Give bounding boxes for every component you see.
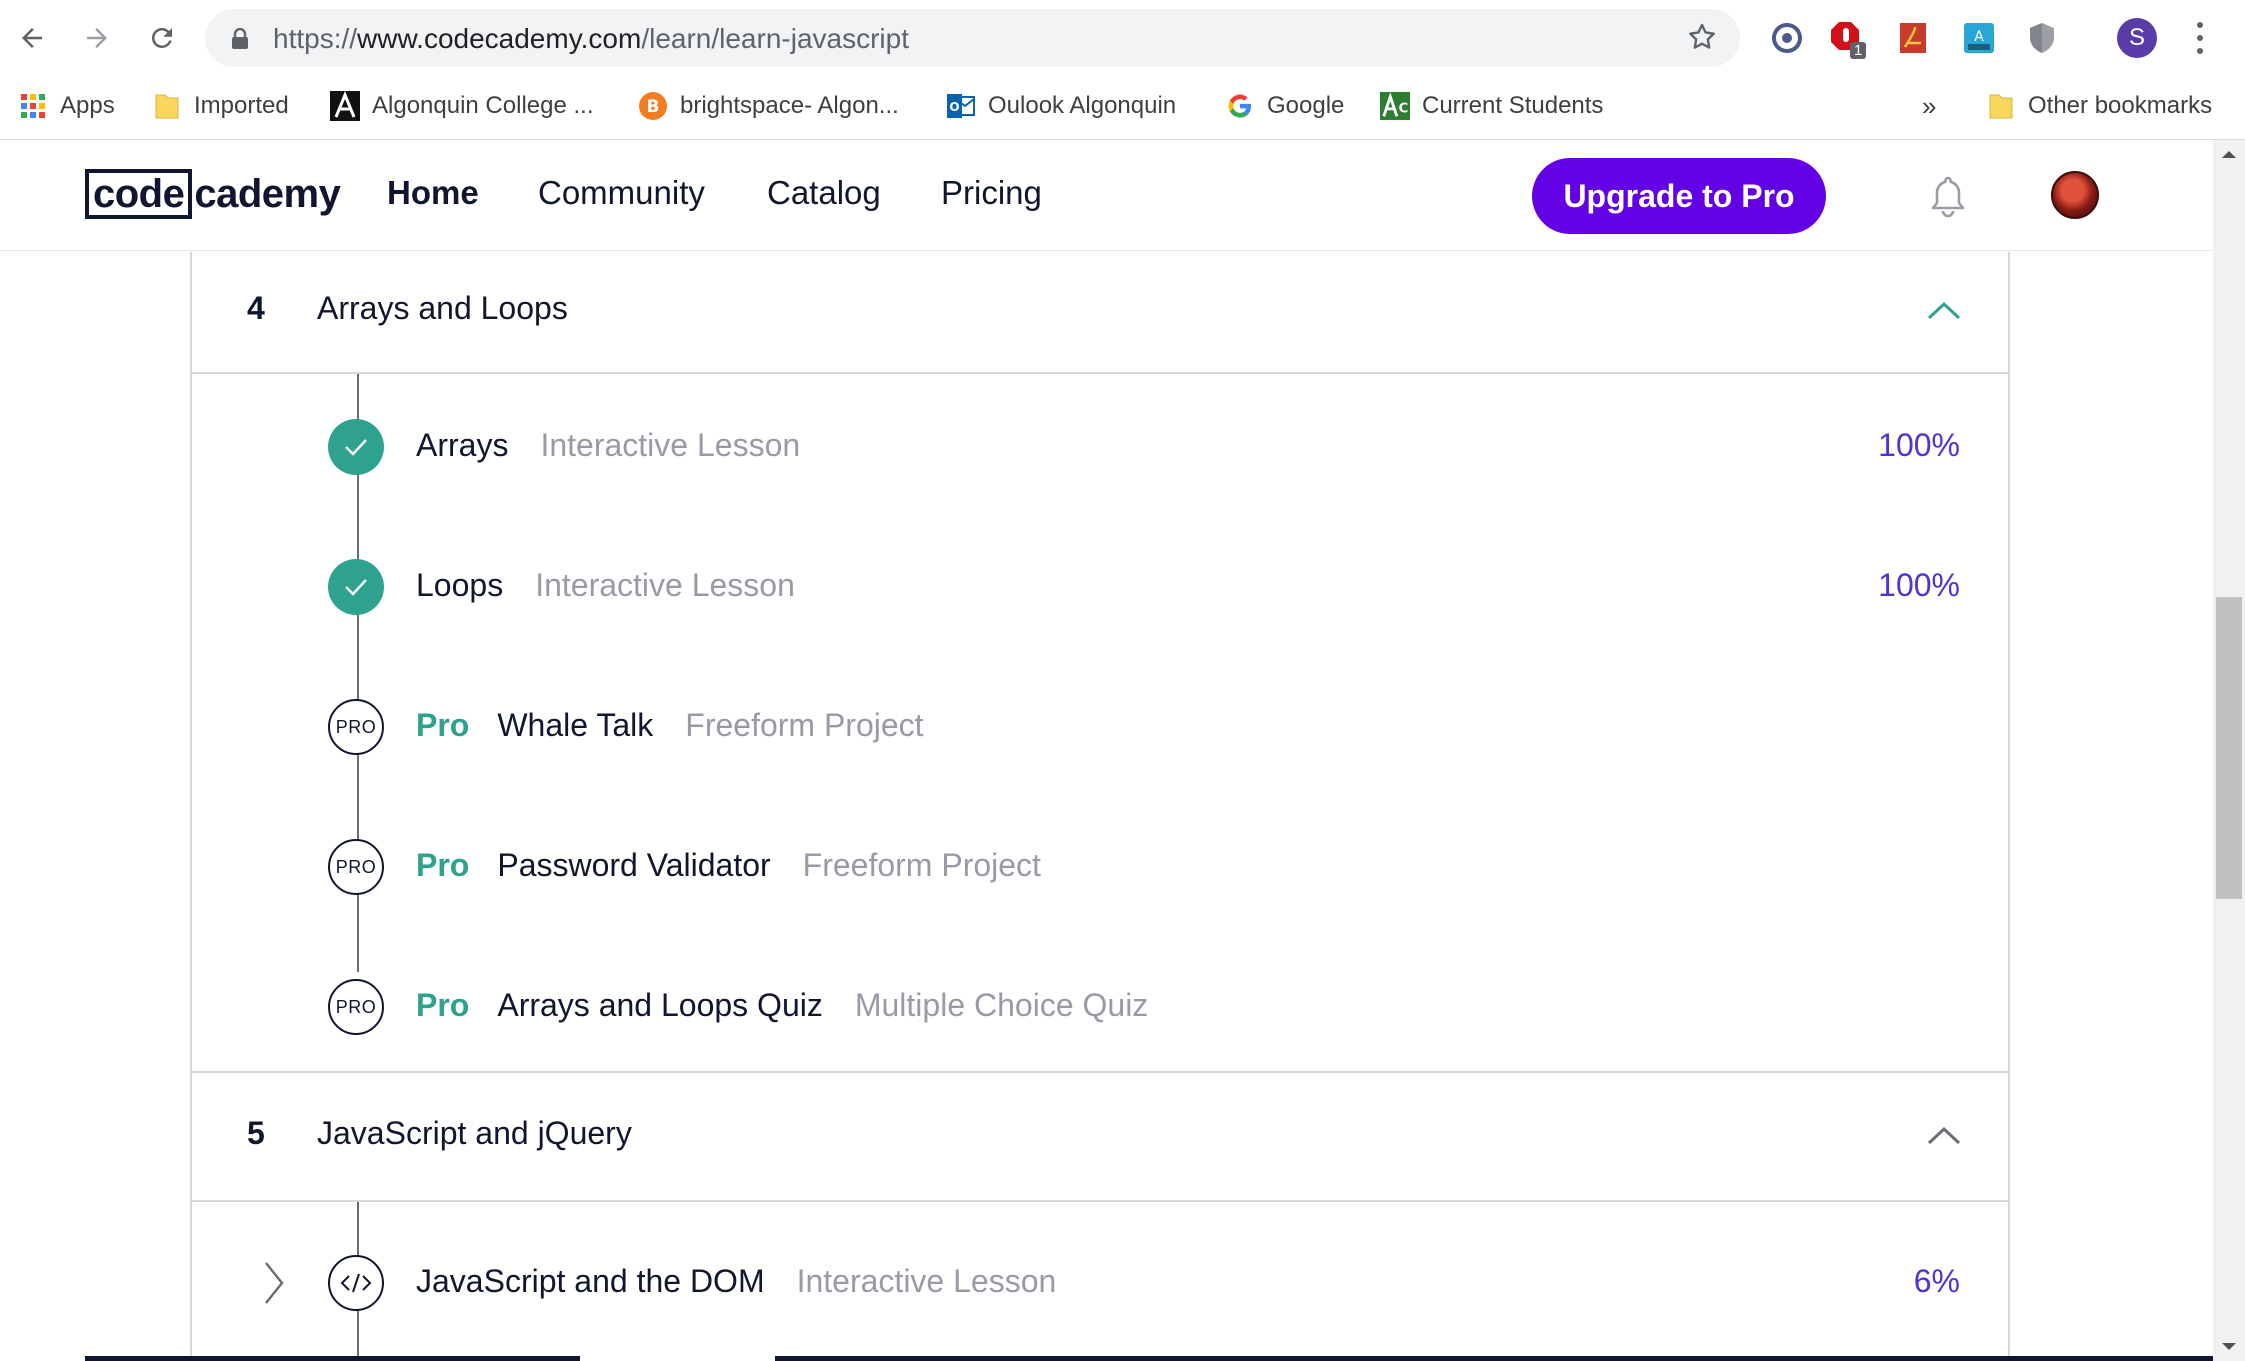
codecademy-logo[interactable]: code cademy xyxy=(85,168,341,220)
lesson-progress: 6% xyxy=(1913,1263,1960,1299)
reload-button[interactable] xyxy=(140,16,184,60)
browser-menu-icon[interactable] xyxy=(2188,18,2212,58)
algonquin-icon xyxy=(330,91,360,121)
apps-grid-icon xyxy=(18,91,48,121)
code-brackets-icon xyxy=(328,1255,384,1311)
quiz-arrays-and-loops[interactable]: PRO Pro Arrays and Loops Quiz Multiple C… xyxy=(192,977,2008,1037)
pro-badge-icon: PRO xyxy=(328,839,384,895)
taskbar-edge-gap xyxy=(580,1356,775,1361)
extension-pdf-icon[interactable] xyxy=(1893,18,1933,58)
browser-profile-avatar[interactable]: S xyxy=(2117,18,2157,58)
back-arrow-icon xyxy=(22,28,42,48)
complete-check-icon xyxy=(328,419,384,475)
extension-reader-icon[interactable]: A xyxy=(1959,18,1999,58)
lesson-progress: 100% xyxy=(1878,427,1960,463)
svg-text:B: B xyxy=(647,97,660,117)
lesson-progress: 100% xyxy=(1878,567,1960,603)
lesson-type: Freeform Project xyxy=(802,847,1041,883)
pro-label: Pro xyxy=(416,707,470,743)
chevron-up-icon[interactable] xyxy=(1926,1125,1962,1147)
reload-icon xyxy=(151,27,172,48)
complete-check-icon xyxy=(328,559,384,615)
nav-catalog[interactable]: Catalog xyxy=(767,174,881,212)
page-scrollbar[interactable] xyxy=(2213,140,2245,1361)
svg-text:O: O xyxy=(949,100,959,114)
lesson-arrays[interactable]: Arrays Interactive Lesson 100% xyxy=(192,417,2008,477)
project-password-validator[interactable]: PRO Pro Password Validator Freeform Proj… xyxy=(192,837,2008,897)
bookmark-other-bookmarks[interactable]: Other bookmarks xyxy=(1986,86,2212,126)
lesson-name: Whale Talk xyxy=(497,707,654,743)
module-title: Arrays and Loops xyxy=(317,290,568,326)
scroll-down-arrow-icon[interactable] xyxy=(2213,1333,2245,1361)
pro-label: Pro xyxy=(416,847,470,883)
current-students-icon: C xyxy=(1380,91,1410,121)
bookmark-google[interactable]: Google xyxy=(1225,86,1344,126)
folder-icon xyxy=(1986,91,2016,121)
bookmarks-overflow-button[interactable]: » xyxy=(1922,86,1936,126)
taskbar-edge xyxy=(85,1356,2213,1361)
lesson-type: Interactive Lesson xyxy=(540,427,801,463)
folder-icon xyxy=(152,91,182,121)
pro-label: Pro xyxy=(416,987,470,1023)
module-divider xyxy=(192,1200,2008,1202)
lesson-javascript-and-the-dom[interactable]: JavaScript and the DOM Interactive Lesso… xyxy=(192,1253,2008,1313)
bookmark-brightspace[interactable]: B brightspace- Algon... xyxy=(638,86,899,126)
bookmark-apps[interactable]: Apps xyxy=(18,86,115,126)
pro-badge-icon: PRO xyxy=(328,979,384,1035)
module-title: JavaScript and jQuery xyxy=(317,1115,632,1151)
user-avatar[interactable] xyxy=(2051,171,2099,219)
svg-text:A: A xyxy=(1974,29,1984,45)
module-number: 4 xyxy=(247,290,265,326)
lesson-name: Arrays xyxy=(416,427,509,463)
nav-pricing[interactable]: Pricing xyxy=(941,174,1042,212)
module-header-5[interactable]: 5 JavaScript and jQuery xyxy=(192,1073,2008,1200)
back-button[interactable] xyxy=(10,16,54,60)
extension-target-icon[interactable] xyxy=(1767,18,1807,58)
google-icon xyxy=(1225,91,1255,121)
chevron-up-icon[interactable] xyxy=(1926,300,1962,322)
lesson-name: Password Validator xyxy=(497,847,771,883)
browser-toolbar: https://www.codecademy.com/learn/learn-j… xyxy=(0,0,2245,76)
nav-community[interactable]: Community xyxy=(538,174,705,212)
lesson-name: Arrays and Loops Quiz xyxy=(497,987,823,1023)
lesson-loops[interactable]: Loops Interactive Lesson 100% xyxy=(192,557,2008,617)
bookmark-outlook[interactable]: O Oulook Algonquin xyxy=(946,86,1176,126)
chevron-right-icon[interactable] xyxy=(262,1259,286,1307)
bookmarks-bar: Apps Imported Algonquin College ... B br… xyxy=(0,76,2245,140)
lesson-type: Interactive Lesson xyxy=(535,567,795,603)
forward-button[interactable] xyxy=(75,16,119,60)
notifications-bell-icon[interactable] xyxy=(1927,174,1969,218)
project-whale-talk[interactable]: PRO Pro Whale Talk Freeform Project xyxy=(192,697,2008,757)
scroll-up-arrow-icon[interactable] xyxy=(2213,140,2245,168)
outlook-icon: O xyxy=(946,91,976,121)
forward-arrow-icon xyxy=(87,28,107,48)
scrollbar-thumb[interactable] xyxy=(2216,597,2242,899)
extension-adblock-icon[interactable]: 1 xyxy=(1828,18,1868,59)
nav-home[interactable]: Home xyxy=(387,174,479,212)
syllabus-panel: 4 Arrays and Loops Arrays Interactive Le… xyxy=(190,252,2010,1361)
bookmark-imported[interactable]: Imported xyxy=(152,86,289,126)
module-header-4[interactable]: 4 Arrays and Loops xyxy=(192,252,2008,369)
site-header: code cademy Home Community Catalog Pricin… xyxy=(0,140,2213,251)
url-text[interactable]: https://www.codecademy.com/learn/learn-j… xyxy=(273,23,909,55)
pro-badge-icon: PRO xyxy=(328,699,384,755)
module-number: 5 xyxy=(247,1115,265,1151)
lesson-name: JavaScript and the DOM xyxy=(416,1263,765,1299)
bookmark-algonquin-college[interactable]: Algonquin College ... xyxy=(330,86,593,126)
bookmark-star-icon[interactable] xyxy=(1686,21,1718,53)
extension-badge: 1 xyxy=(1850,42,1867,59)
module-divider xyxy=(192,372,2008,374)
bookmark-current-students[interactable]: C Current Students xyxy=(1380,86,1603,126)
lesson-type: Interactive Lesson xyxy=(796,1263,1057,1299)
lesson-name: Loops xyxy=(416,567,504,603)
lock-icon xyxy=(232,28,248,49)
upgrade-to-pro-button[interactable]: Upgrade to Pro xyxy=(1532,158,1826,234)
lesson-type: Freeform Project xyxy=(685,707,924,743)
address-bar[interactable]: https://www.codecademy.com/learn/learn-j… xyxy=(205,9,1740,67)
svg-text:C: C xyxy=(1399,102,1409,117)
brightspace-icon: B xyxy=(638,91,668,121)
extension-shield-icon[interactable] xyxy=(2022,18,2062,58)
lesson-type: Multiple Choice Quiz xyxy=(854,987,1149,1023)
